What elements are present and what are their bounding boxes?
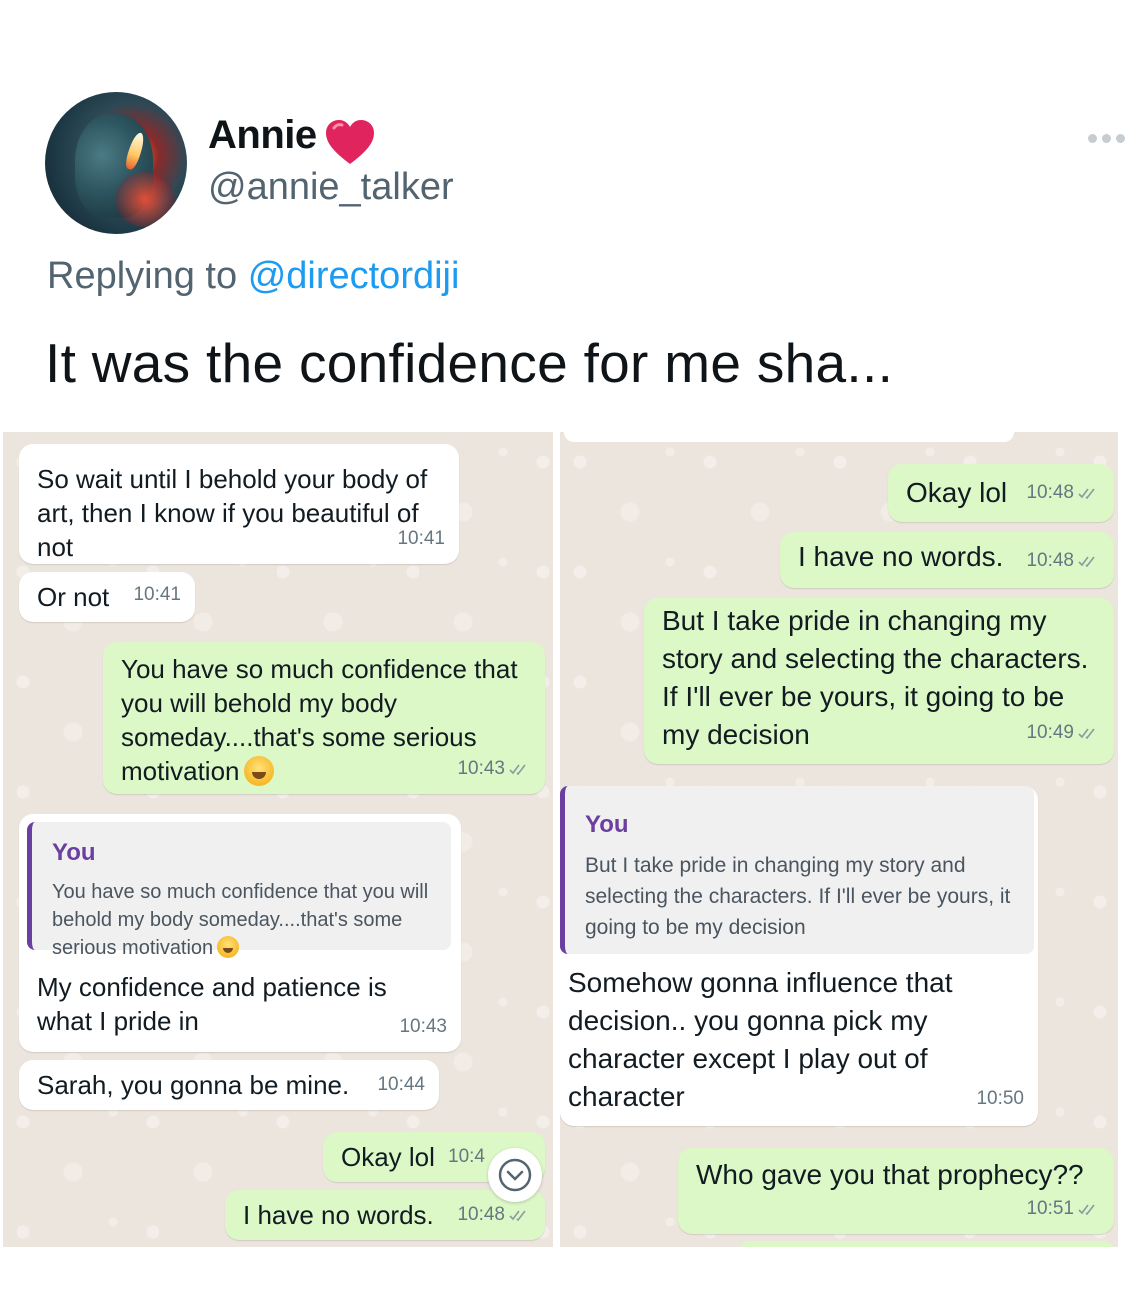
heart-icon: [326, 120, 374, 164]
avatar[interactable]: [45, 92, 187, 234]
cropped-bubble-edge: [740, 1241, 1114, 1247]
reply-message-bubble: You You have so much confidence that you…: [19, 814, 461, 1052]
message-time: 10:48: [1026, 482, 1074, 503]
message-meta: 10:51: [1026, 1192, 1100, 1226]
reply-prefix: Replying to: [47, 255, 238, 297]
read-receipt-icon: [509, 1210, 526, 1221]
avatar-glow: [115, 172, 175, 227]
message-meta: 10:41: [133, 578, 181, 612]
message-meta: 10:44: [377, 1068, 425, 1102]
read-receipt-icon: [1078, 556, 1095, 567]
replying-to-line: Replying to @directordiji: [47, 255, 459, 298]
chat-screenshot-right: Okay lol 10:48 I have no words. 10:48 Bu…: [560, 432, 1118, 1247]
reply-mention-link[interactable]: @directordiji: [248, 255, 460, 297]
read-receipt-icon: [1078, 1204, 1095, 1215]
message-bubble: Who gave you that prophecy?? 10:51: [678, 1148, 1114, 1234]
message-meta: 10:48: [1026, 476, 1100, 510]
message-text: Somehow gonna influence that decision.. …: [568, 967, 953, 1112]
message-meta: 10:50: [976, 1082, 1024, 1116]
message-time: 10:50: [976, 1088, 1024, 1109]
message-meta: 10:48: [457, 1198, 531, 1232]
message-time: 10:43: [457, 758, 505, 779]
message-time: 10:44: [377, 1074, 425, 1095]
quote-author: You: [585, 811, 629, 838]
message-bubble: So wait until I behold your body of art,…: [19, 444, 459, 564]
read-receipt-icon: [509, 764, 526, 775]
read-receipt-icon: [1078, 728, 1095, 739]
message-time: 10:49: [1026, 722, 1074, 743]
message-time: 10:43: [399, 1016, 447, 1037]
more-options-icon[interactable]: [1088, 132, 1125, 144]
message-meta: 10:48: [1026, 544, 1100, 578]
quote-text: You have so much confidence that you wil…: [52, 878, 433, 962]
reply-message-bubble: You But I take pride in changing my stor…: [560, 786, 1038, 1126]
message-bubble: I have no words. 10:48: [225, 1190, 545, 1240]
quote-author: You: [52, 839, 96, 866]
message-text: Who gave you that prophecy??: [696, 1159, 1084, 1190]
message-time: 10:41: [133, 584, 181, 605]
tweet-text: It was the confidence for me sha...: [45, 332, 894, 394]
message-bubble: You have so much confidence that you wil…: [103, 642, 545, 794]
message-text: So wait until I behold your body of art,…: [37, 464, 428, 562]
quoted-message[interactable]: You But I take pride in changing my stor…: [560, 786, 1034, 954]
read-receipt-icon: [1078, 488, 1095, 499]
message-text: Sarah, you gonna be mine.: [37, 1070, 350, 1100]
quote-text-body: You have so much confidence that you wil…: [52, 881, 429, 959]
message-meta: 10:43: [399, 1010, 447, 1044]
quote-text: But I take pride in changing my story an…: [585, 854, 1011, 939]
message-time: 10:51: [1026, 1198, 1074, 1219]
message-meta: 10:41: [397, 522, 445, 556]
user-handle[interactable]: @annie_talker: [208, 166, 454, 209]
tears-of-joy-emoji-icon: [243, 756, 274, 786]
message-bubble: I have no words. 10:48: [780, 532, 1114, 588]
display-name[interactable]: Annie: [208, 113, 317, 158]
message-bubble: But I take pride in changing my story an…: [644, 598, 1114, 764]
message-bubble: Okay lol 10:48: [888, 464, 1114, 522]
message-time: 10:4: [448, 1146, 485, 1167]
message-time: 10:48: [457, 1204, 505, 1225]
chat-screenshot-left: So wait until I behold your body of art,…: [3, 432, 553, 1247]
quoted-message[interactable]: You You have so much confidence that you…: [27, 822, 451, 959]
message-time: 10:48: [1026, 550, 1074, 571]
message-bubble: Sarah, you gonna be mine. 10:44: [19, 1060, 439, 1110]
message-bubble: Or not 10:41: [19, 572, 195, 622]
message-text: My confidence and patience is what I pri…: [37, 972, 387, 1036]
tears-of-joy-emoji-icon: [217, 936, 240, 958]
message-meta: 10:4: [448, 1140, 485, 1174]
cropped-bubble-edge: [564, 432, 1014, 442]
message-meta: 10:49: [1026, 714, 1100, 752]
message-time: 10:41: [397, 528, 445, 549]
message-meta: 10:43: [457, 752, 531, 786]
scroll-to-bottom-icon[interactable]: [488, 1148, 542, 1202]
